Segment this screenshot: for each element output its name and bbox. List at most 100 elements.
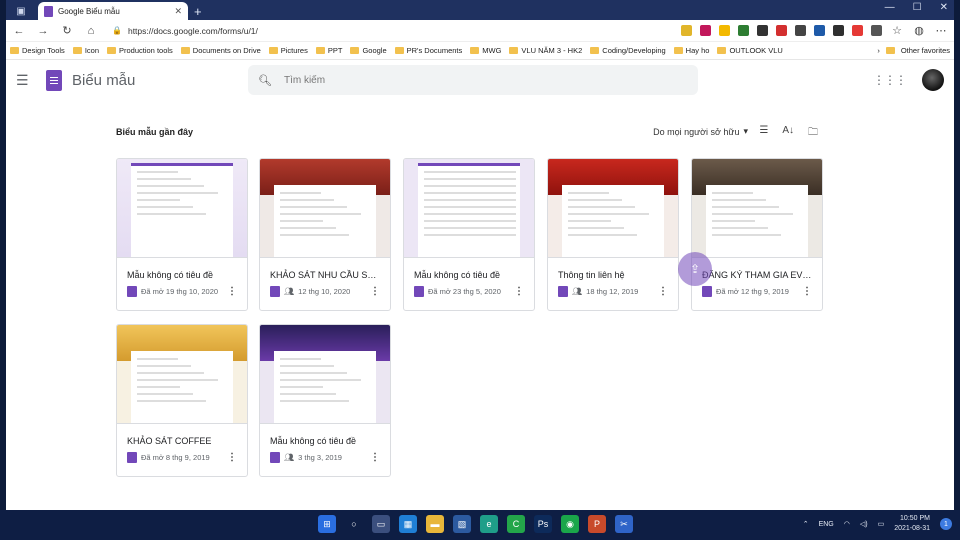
bookmark-folder[interactable]: Google [350, 46, 387, 55]
forms-mini-icon [702, 286, 712, 297]
forms-mini-icon [414, 286, 424, 297]
widgets-icon[interactable]: ▦ [399, 515, 417, 533]
extension-icon[interactable] [776, 25, 787, 36]
more-options-icon[interactable]: ⋮ [802, 286, 812, 297]
camtasia-icon[interactable]: C [507, 515, 525, 533]
form-card[interactable]: KHẢO SÁT COFFEE Đã mở 8 thg 9, 2019 ⋮ [116, 324, 248, 477]
more-options-icon[interactable]: ⋮ [658, 286, 668, 297]
list-view-icon[interactable]: ☰ [759, 125, 768, 142]
tab-close-icon[interactable]: ✕ [174, 6, 182, 17]
volume-icon[interactable]: ◁) [860, 520, 868, 528]
search-input[interactable]: 🔍︎ Tìm kiếm [248, 65, 698, 95]
form-title: Mẫu không có tiêu đề [414, 270, 501, 280]
avatar[interactable] [922, 69, 944, 91]
more-options-icon[interactable]: ⋮ [370, 286, 380, 297]
more-bookmarks-icon[interactable]: › [877, 46, 880, 55]
minimize-button[interactable]: — [885, 2, 895, 13]
bookmark-folder[interactable]: Hay ho [673, 46, 709, 55]
bookmark-folder[interactable]: Production tools [107, 46, 173, 55]
bookmark-folder[interactable]: Documents on Drive [180, 46, 261, 55]
form-thumbnail [692, 159, 822, 258]
form-card[interactable]: ĐĂNG KÝ THAM GIA EVE... Đã mở 12 thg 9, 2… [691, 158, 823, 311]
bookmark-folder[interactable]: PPT [315, 46, 342, 55]
extension-icon[interactable] [738, 25, 749, 36]
favorite-star-icon[interactable]: ☆ [890, 24, 904, 37]
task-view-icon[interactable]: ▭ [372, 515, 390, 533]
menu-dots-icon[interactable]: ⋯ [934, 24, 948, 37]
form-thumbnail [117, 159, 247, 258]
maximize-button[interactable]: ☐ [913, 2, 922, 13]
folder-picker-icon[interactable]: 🗀 [808, 125, 818, 142]
clock-time: 10:50 PM [900, 515, 930, 522]
bookmark-folder[interactable]: OUTLOOK VLU [717, 46, 783, 55]
profile-icon[interactable]: ◍ [912, 24, 926, 37]
tab-actions-icon[interactable]: ▣ [10, 2, 32, 20]
edge-icon[interactable]: e [480, 515, 498, 533]
more-options-icon[interactable]: ⋮ [227, 286, 237, 297]
line-icon[interactable]: ◉ [561, 515, 579, 533]
extension-icon[interactable] [814, 25, 825, 36]
powerpoint-icon[interactable]: P [588, 515, 606, 533]
photoshop-icon[interactable]: Ps [534, 515, 552, 533]
show-hidden-icon[interactable]: ⌃ [803, 520, 809, 528]
form-card[interactable]: Mẫu không có tiêu đề 👥︎ 3 thg 3, 2019 ⋮ [259, 324, 391, 477]
search-taskbar-icon[interactable]: ○ [345, 515, 363, 533]
clock-date: 2021-08-31 [894, 525, 930, 532]
battery-icon[interactable]: ▭ [878, 520, 885, 528]
more-options-icon[interactable]: ⋮ [370, 452, 380, 463]
extension-icon[interactable] [852, 25, 863, 36]
form-card[interactable]: Mẫu không có tiêu đề Đã mở 23 thg 5, 2020… [403, 158, 535, 311]
photos-icon[interactable]: ▧ [453, 515, 471, 533]
bookmark-folder[interactable]: Icon [72, 46, 99, 55]
extension-icon[interactable] [681, 25, 692, 36]
bookmark-folder[interactable]: Pictures [268, 46, 308, 55]
other-favorites[interactable]: Other favorites [901, 46, 950, 55]
notification-badge[interactable]: 1 [940, 518, 952, 530]
folder-icon [717, 47, 727, 54]
extension-icon[interactable] [719, 25, 730, 36]
bookmark-folder[interactable]: PR's Documents [394, 46, 462, 55]
snipping-icon[interactable]: ✂ [615, 515, 633, 533]
folder-icon [180, 47, 190, 54]
wifi-icon[interactable]: ◠ [844, 520, 850, 528]
extension-icon[interactable] [795, 25, 806, 36]
more-options-icon[interactable]: ⋮ [514, 286, 524, 297]
form-card[interactable]: Thông tin liên hệ 👥︎ 18 thg 12, 2019 ⋮ [547, 158, 679, 311]
form-card[interactable]: Mẫu không có tiêu đề Đã mở 19 thg 10, 202… [116, 158, 248, 311]
back-icon[interactable]: ← [12, 25, 26, 37]
main-menu-icon[interactable]: ☰ [16, 72, 32, 89]
extension-icon[interactable] [833, 25, 844, 36]
extension-icon[interactable] [757, 25, 768, 36]
close-window-button[interactable]: ✕ [940, 2, 948, 13]
bookmark-folder[interactable]: VLU NĂM 3 - HK2 [509, 46, 582, 55]
folder-icon [315, 47, 325, 54]
bookmark-label: Pictures [280, 46, 308, 55]
forms-mini-icon [558, 286, 568, 297]
language-indicator[interactable]: ENG [819, 521, 834, 528]
bookmark-label: Google [362, 46, 387, 55]
extension-icon[interactable] [871, 25, 882, 36]
clock[interactable]: 10:50 PM 2021-08-31 [894, 514, 930, 534]
file-explorer-icon[interactable]: ▬ [426, 515, 444, 533]
home-icon[interactable]: ⌂ [84, 25, 98, 37]
owner-filter-dropdown[interactable]: Do mọi người sở hữu ▾ [653, 126, 748, 137]
apps-grid-icon[interactable]: ⋮⋮⋮ [873, 73, 907, 87]
forward-icon[interactable]: → [36, 25, 50, 37]
reload-icon[interactable]: ↻ [60, 24, 74, 37]
form-card[interactable]: KHẢO SÁT NHU CẦU SỬ D... 👥︎ 12 thg 10, 202… [259, 158, 391, 311]
tab-google-forms[interactable]: Google Biểu mẫu ✕ [38, 2, 188, 20]
forms-header: ☰ Biểu mẫu 🔍︎ Tìm kiếm ⋮⋮⋮ [6, 60, 954, 100]
new-tab-button[interactable]: + [194, 4, 202, 19]
forms-logo-icon[interactable] [46, 69, 62, 91]
bookmark-label: Icon [84, 46, 99, 55]
bookmark-folder[interactable]: MWG [470, 46, 501, 55]
start-icon[interactable]: ⊞ [318, 515, 336, 533]
form-thumbnail [117, 325, 247, 424]
url-field[interactable]: 🔒 https://docs.google.com/forms/u/1/ [108, 26, 488, 36]
bookmark-folder[interactable]: Coding/Developing [590, 46, 666, 55]
bookmark-folder[interactable]: Design Tools [10, 46, 65, 55]
sort-az-icon[interactable]: A↓ [782, 125, 794, 142]
extension-icon[interactable] [700, 25, 711, 36]
shared-people-icon: 👥︎ [284, 287, 295, 296]
more-options-icon[interactable]: ⋮ [227, 452, 237, 463]
